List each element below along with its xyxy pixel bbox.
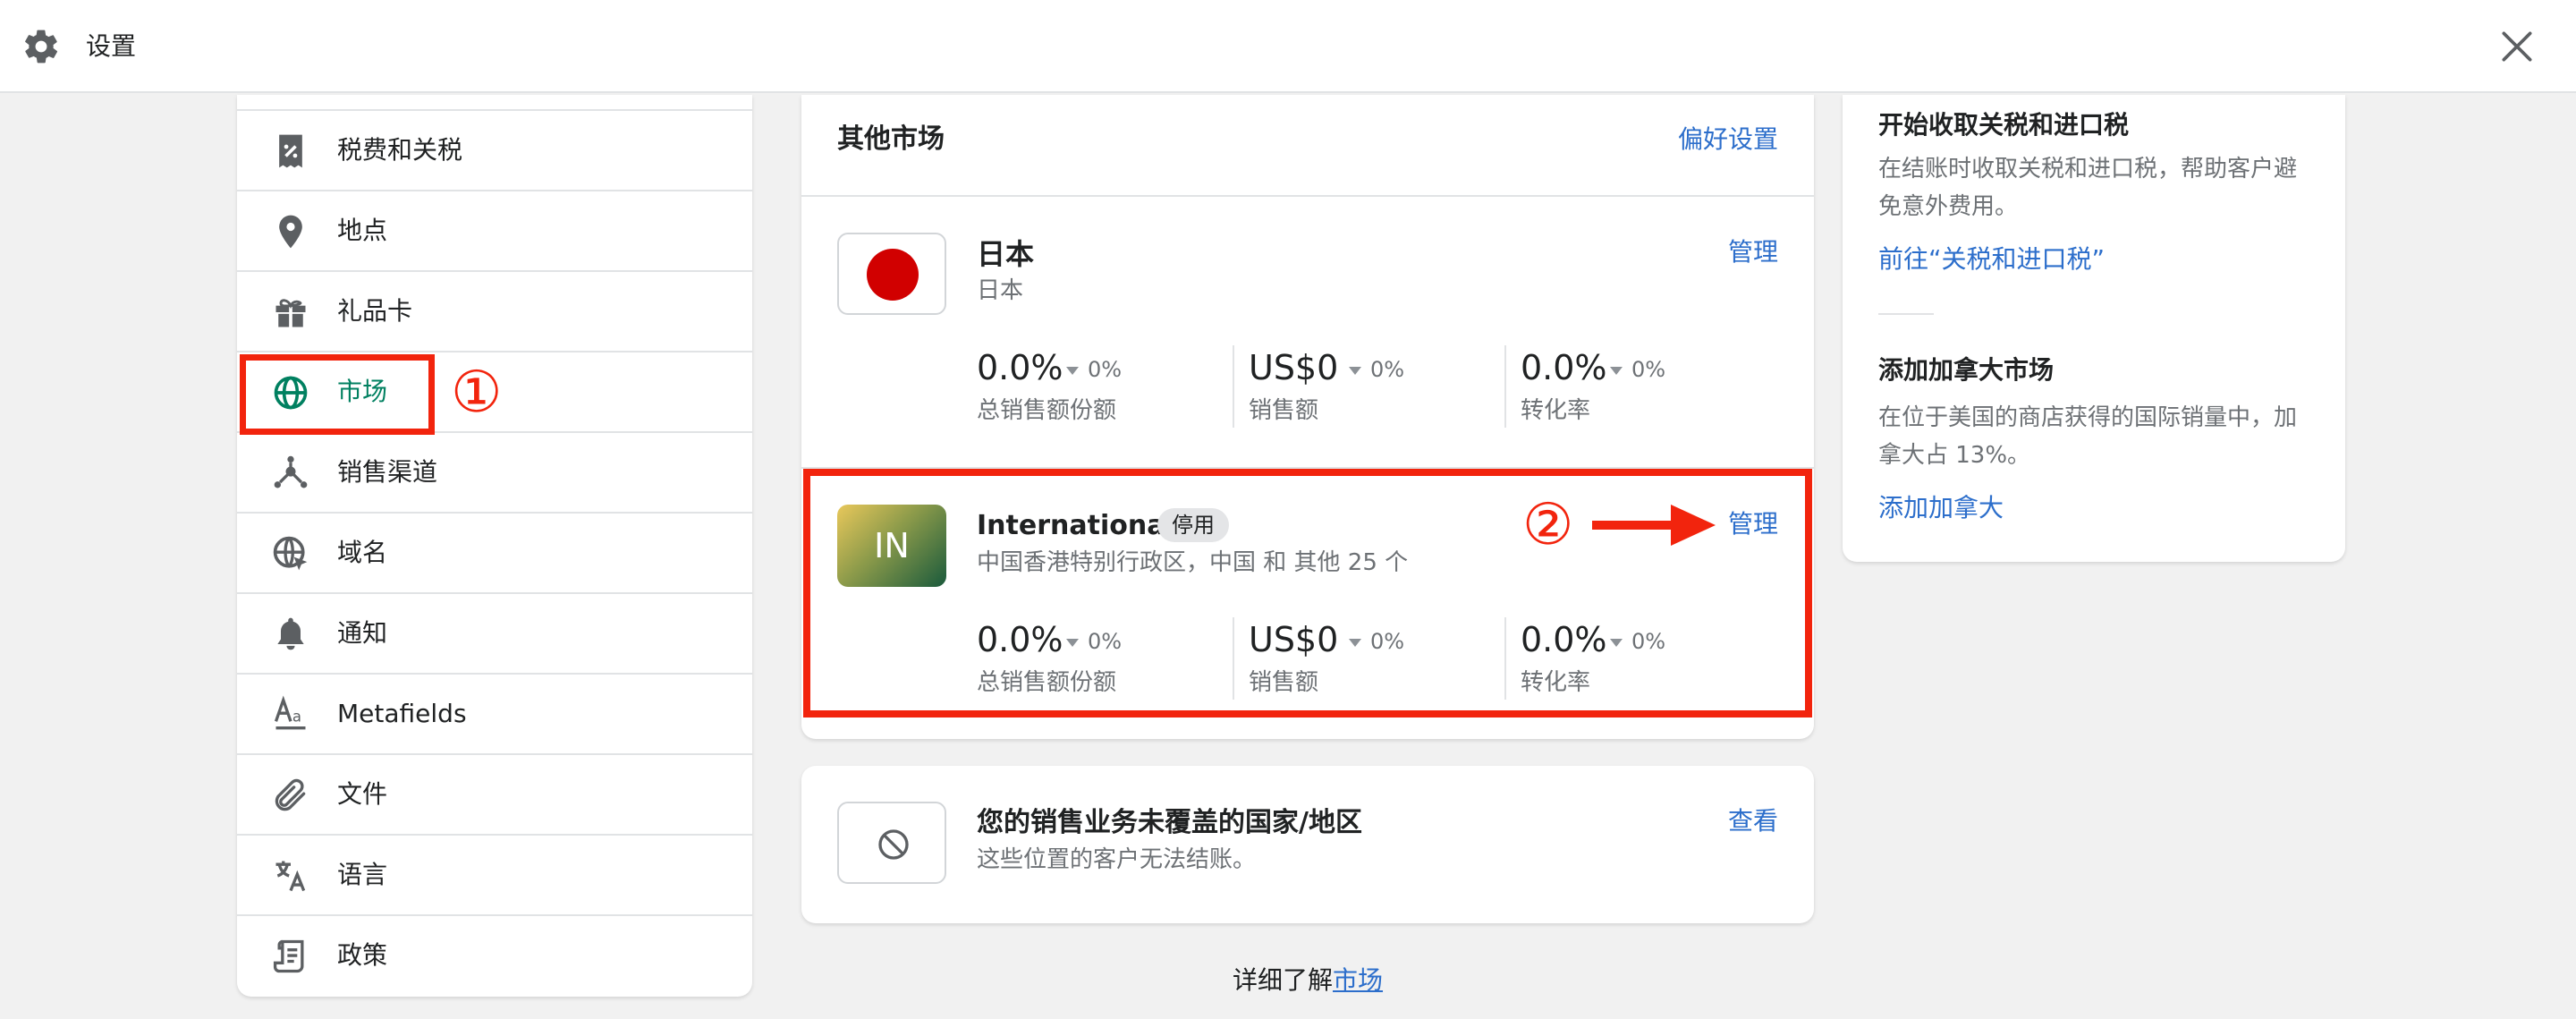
gear-icon — [25, 30, 58, 64]
preferences-link[interactable]: 偏好设置 — [1678, 120, 1778, 159]
sidebar-item-label: 文件 — [337, 779, 388, 809]
domain-globe-icon — [273, 536, 308, 571]
caret-down-icon — [1349, 366, 1361, 375]
receipt-percent-icon — [279, 134, 302, 168]
section-title: 其他市场 — [837, 123, 945, 155]
metric-label: 转化率 — [1521, 397, 1591, 424]
metric-change: 0% — [1349, 358, 1404, 381]
page-title: 设置 — [86, 31, 137, 61]
duties-link[interactable]: 前往“关税和进口税” — [1878, 242, 2105, 277]
canada-title: 添加加拿大市场 — [1878, 355, 2055, 385]
sidebar-item-files[interactable]: 文件 — [237, 755, 752, 836]
metric-sales: US$0 0% 销售额 — [1249, 345, 1508, 431]
uncovered-title: 您的销售业务未覆盖的国家/地区 — [977, 807, 1362, 838]
learn-more-prefix: 详细了解 — [1233, 965, 1334, 995]
manage-japan-link[interactable]: 管理 — [1728, 234, 1778, 270]
metric-change: 0% — [1610, 358, 1665, 381]
sidebar-item-label: 政策 — [337, 940, 388, 970]
recommendations-card: 开始收取关税和进口税 在结账时收取关税和进口税，帮助客户避免意外费用。 前往“关… — [1843, 95, 2345, 562]
annotation-step-2: ② — [1522, 492, 1574, 558]
uncovered-regions-card: 您的销售业务未覆盖的国家/地区 这些位置的客户无法结账。 查看 — [801, 766, 1814, 923]
paperclip-icon — [275, 778, 306, 811]
annotation-arrow-icon — [1592, 505, 1716, 546]
annotation-step-1: ① — [451, 360, 503, 426]
sidebar-item-locations[interactable]: 地点 — [237, 191, 752, 272]
learn-more-markets-link[interactable]: 市场 — [1333, 965, 1383, 995]
duties-title: 开始收取关税和进口税 — [1878, 110, 2130, 140]
settings-sidebar: 税费和关税 地点 礼品卡 市场 销售渠道 域名 通知 a Metafields … — [237, 95, 752, 997]
svg-text:a: a — [292, 708, 301, 725]
metric-conversion: 0.0% 0% 转化率 — [1521, 345, 1780, 431]
view-uncovered-link[interactable]: 查看 — [1728, 803, 1778, 839]
metric-change-value: 0% — [1370, 357, 1405, 382]
annotation-box-markets — [240, 354, 435, 435]
sidebar-item-taxes[interactable]: 税费和关税 — [237, 111, 752, 191]
metric-sales-share: 0.0% 0% 总销售额份额 — [977, 345, 1236, 431]
channels-icon — [274, 455, 308, 488]
location-pin-icon — [279, 215, 302, 249]
sidebar-item-label: 礼品卡 — [337, 296, 413, 326]
caret-down-icon — [1610, 366, 1623, 375]
metric-label: 销售额 — [1249, 397, 1319, 424]
sidebar-item-label: 地点 — [337, 216, 388, 245]
japan-flag-icon — [837, 233, 946, 315]
sidebar-item-domains[interactable]: 域名 — [237, 514, 752, 594]
market-subtitle: 日本 — [977, 277, 1024, 304]
sidebar-top-divider — [237, 95, 752, 111]
sidebar-item-languages[interactable]: 语言 — [237, 836, 752, 916]
metric-change: 0% — [1066, 358, 1122, 381]
flag-circle — [867, 249, 919, 301]
divider — [1878, 313, 1934, 315]
add-canada-link[interactable]: 添加加拿大 — [1878, 490, 2004, 526]
metric-label: 总销售额份额 — [977, 397, 1117, 424]
gift-icon — [275, 299, 306, 327]
divider — [801, 195, 1814, 197]
metric-value: 0.0% — [1521, 348, 1607, 387]
metafields-icon: a — [274, 695, 306, 730]
learn-more-footer: 详细了解市场 — [1233, 961, 1383, 1000]
sidebar-item-label: 税费和关税 — [337, 135, 463, 165]
sidebar-item-sales-channels[interactable]: 销售渠道 — [237, 433, 752, 514]
caret-down-icon — [1066, 366, 1079, 375]
close-icon[interactable] — [2497, 27, 2537, 66]
bell-icon — [277, 617, 304, 650]
sidebar-item-label: Metafields — [337, 699, 467, 728]
uncovered-subtitle: 这些位置的客户无法结账。 — [977, 846, 1257, 873]
sidebar-item-notifications[interactable]: 通知 — [237, 594, 752, 675]
policy-scroll-icon — [273, 939, 304, 973]
sidebar-item-gift-cards[interactable]: 礼品卡 — [237, 272, 752, 352]
metric-change-value: 0% — [1631, 357, 1666, 382]
canada-body: 在位于美国的商店获得的国际销量中，加拿大占 13%。 — [1878, 404, 2298, 469]
divider — [1233, 345, 1234, 428]
prohibited-icon — [878, 829, 909, 860]
sidebar-item-policies[interactable]: 政策 — [237, 916, 752, 997]
sidebar-item-metafields[interactable]: a Metafields — [237, 675, 752, 755]
sidebar-item-label: 域名 — [337, 538, 388, 567]
metric-change-value: 0% — [1088, 357, 1123, 382]
metric-value: 0.0% — [977, 348, 1063, 387]
uncovered-icon-tile — [837, 802, 946, 884]
divider — [1504, 345, 1506, 428]
sidebar-item-label: 销售渠道 — [337, 457, 438, 487]
metric-value: US$0 — [1249, 348, 1339, 387]
sidebar-item-label: 通知 — [337, 618, 388, 648]
top-bar: 设置 — [0, 0, 2576, 93]
market-name[interactable]: 日本 — [977, 234, 1034, 274]
duties-body: 在结账时收取关税和进口税，帮助客户避免意外费用。 — [1878, 156, 2298, 220]
translate-icon — [275, 861, 306, 892]
sidebar-item-label: 语言 — [337, 860, 388, 889]
